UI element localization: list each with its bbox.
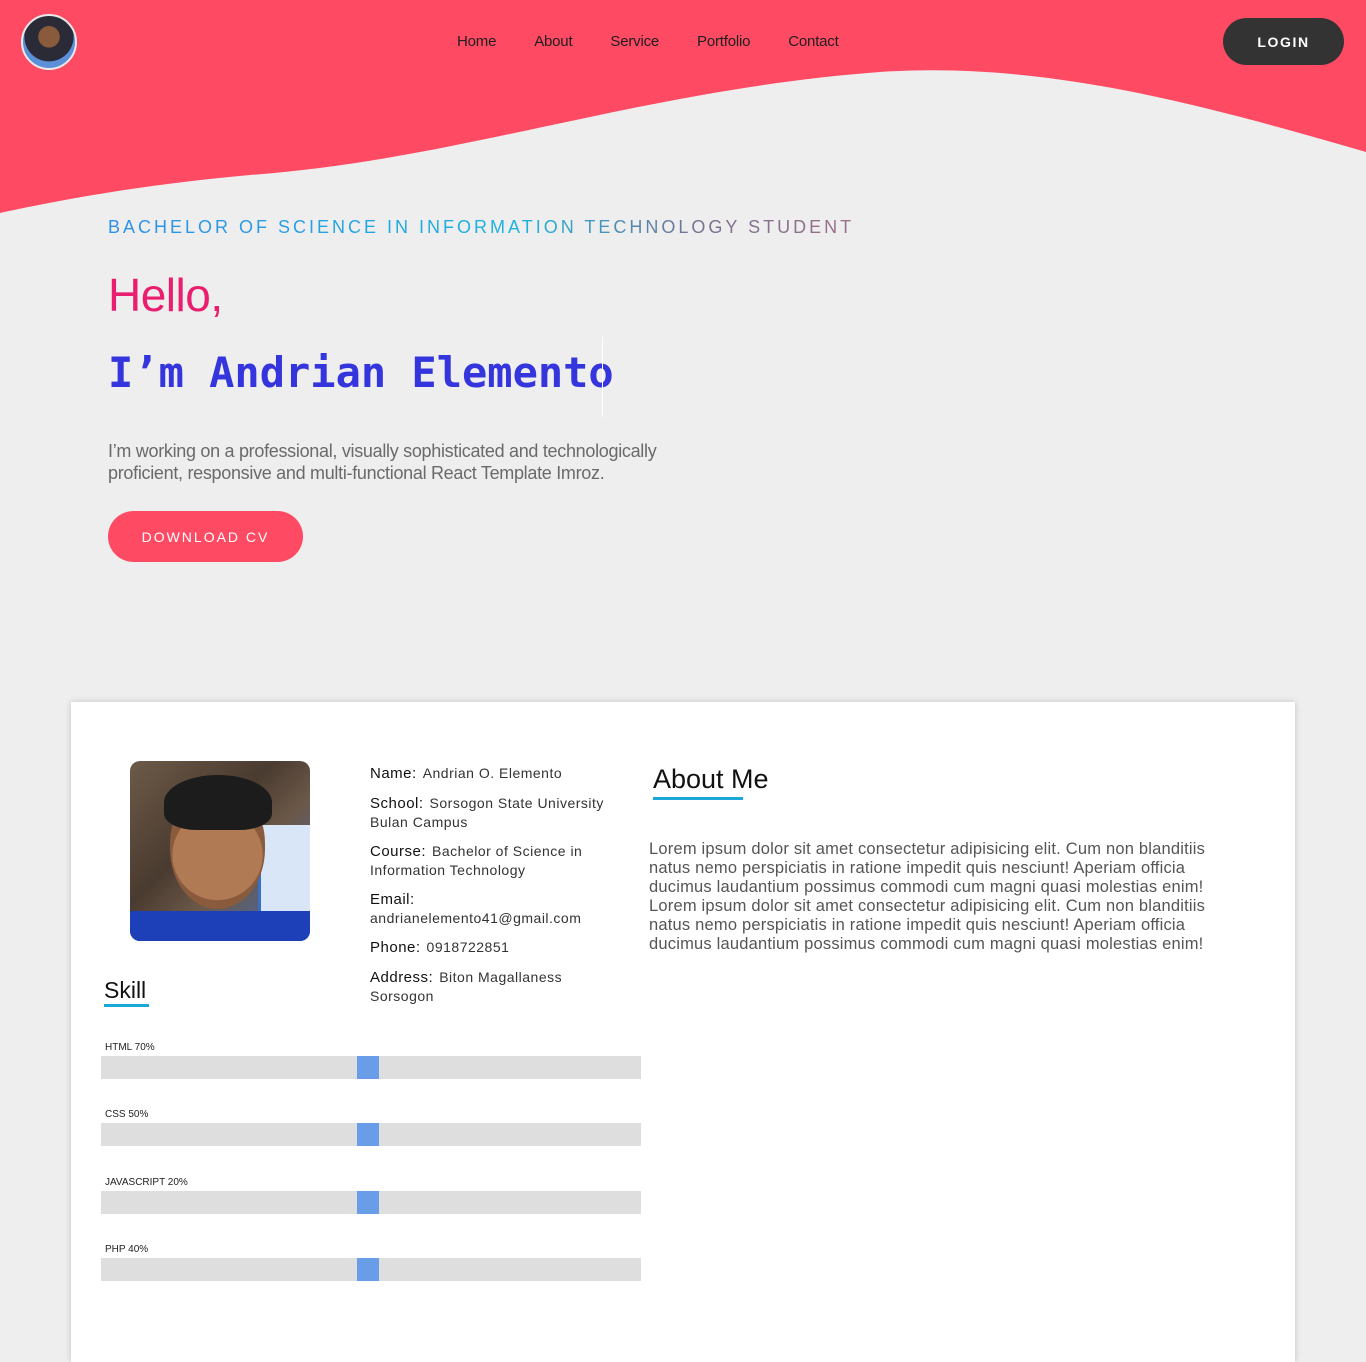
info-phone: Phone: 0918722851 bbox=[370, 939, 510, 956]
hero-greeting: Hello, bbox=[108, 269, 223, 321]
about-card: Name: Andrian O. Elemento School: Sorsogon… bbox=[71, 702, 1295, 1362]
nav-about[interactable]: About bbox=[534, 33, 572, 50]
hero-name: I’m Andrian Elemento bbox=[108, 348, 614, 397]
info-name: Name: Andrian O. Elemento bbox=[370, 765, 563, 782]
skill-label: JAVASCRIPT 20% bbox=[105, 1177, 188, 1188]
login-button[interactable]: LOGIN bbox=[1223, 18, 1344, 65]
skill-track bbox=[101, 1258, 641, 1281]
download-cv-button[interactable]: DOWNLOAD CV bbox=[108, 511, 303, 562]
skill-title-underline bbox=[104, 1004, 149, 1007]
skill-html: HTML 70% bbox=[101, 1042, 641, 1079]
skill-label: PHP 40% bbox=[105, 1244, 149, 1255]
profile-info: Name: Andrian O. Elemento School: Sorsogon… bbox=[370, 764, 630, 1016]
info-email: Email: andrianelemento41@gmail.com bbox=[370, 891, 582, 926]
typing-cursor bbox=[602, 337, 603, 417]
info-school: School: Sorsogon State University Bulan C… bbox=[370, 795, 604, 830]
skill-track bbox=[101, 1123, 641, 1146]
skill-javascript: JAVASCRIPT 20% bbox=[101, 1177, 641, 1214]
skill-label: HTML 70% bbox=[105, 1042, 155, 1053]
about-title-underline bbox=[653, 797, 743, 800]
skill-marker bbox=[357, 1056, 379, 1079]
skill-label: CSS 50% bbox=[105, 1109, 149, 1120]
skill-track bbox=[101, 1191, 641, 1214]
skill-title: Skill bbox=[104, 977, 147, 1003]
skill-track bbox=[101, 1056, 641, 1079]
main-nav: Home About Service Portfolio Contact bbox=[457, 33, 877, 50]
nav-home[interactable]: Home bbox=[457, 33, 496, 50]
hero-intro: I’m working on a professional, visually … bbox=[108, 441, 657, 483]
nav-service[interactable]: Service bbox=[610, 33, 659, 50]
profile-photo bbox=[130, 761, 310, 941]
nav-contact[interactable]: Contact bbox=[788, 33, 838, 50]
skill-css: CSS 50% bbox=[101, 1109, 641, 1146]
info-course: Course: Bachelor of Science in Informatio… bbox=[370, 843, 583, 878]
info-address: Address: Biton Magallaness Sorsogon bbox=[370, 969, 563, 1004]
nav-portfolio[interactable]: Portfolio bbox=[697, 33, 750, 50]
profile-avatar[interactable] bbox=[21, 14, 77, 70]
about-text: Lorem ipsum dolor sit amet consectetur a… bbox=[649, 840, 1206, 953]
about-title: About Me bbox=[653, 764, 769, 794]
skill-marker bbox=[357, 1123, 379, 1146]
skill-marker bbox=[357, 1191, 379, 1214]
skill-php: PHP 40% bbox=[101, 1244, 641, 1281]
skill-marker bbox=[357, 1258, 379, 1281]
hero-subtitle: BACHELOR OF SCIENCE IN INFORMATION TECHN… bbox=[108, 217, 855, 237]
